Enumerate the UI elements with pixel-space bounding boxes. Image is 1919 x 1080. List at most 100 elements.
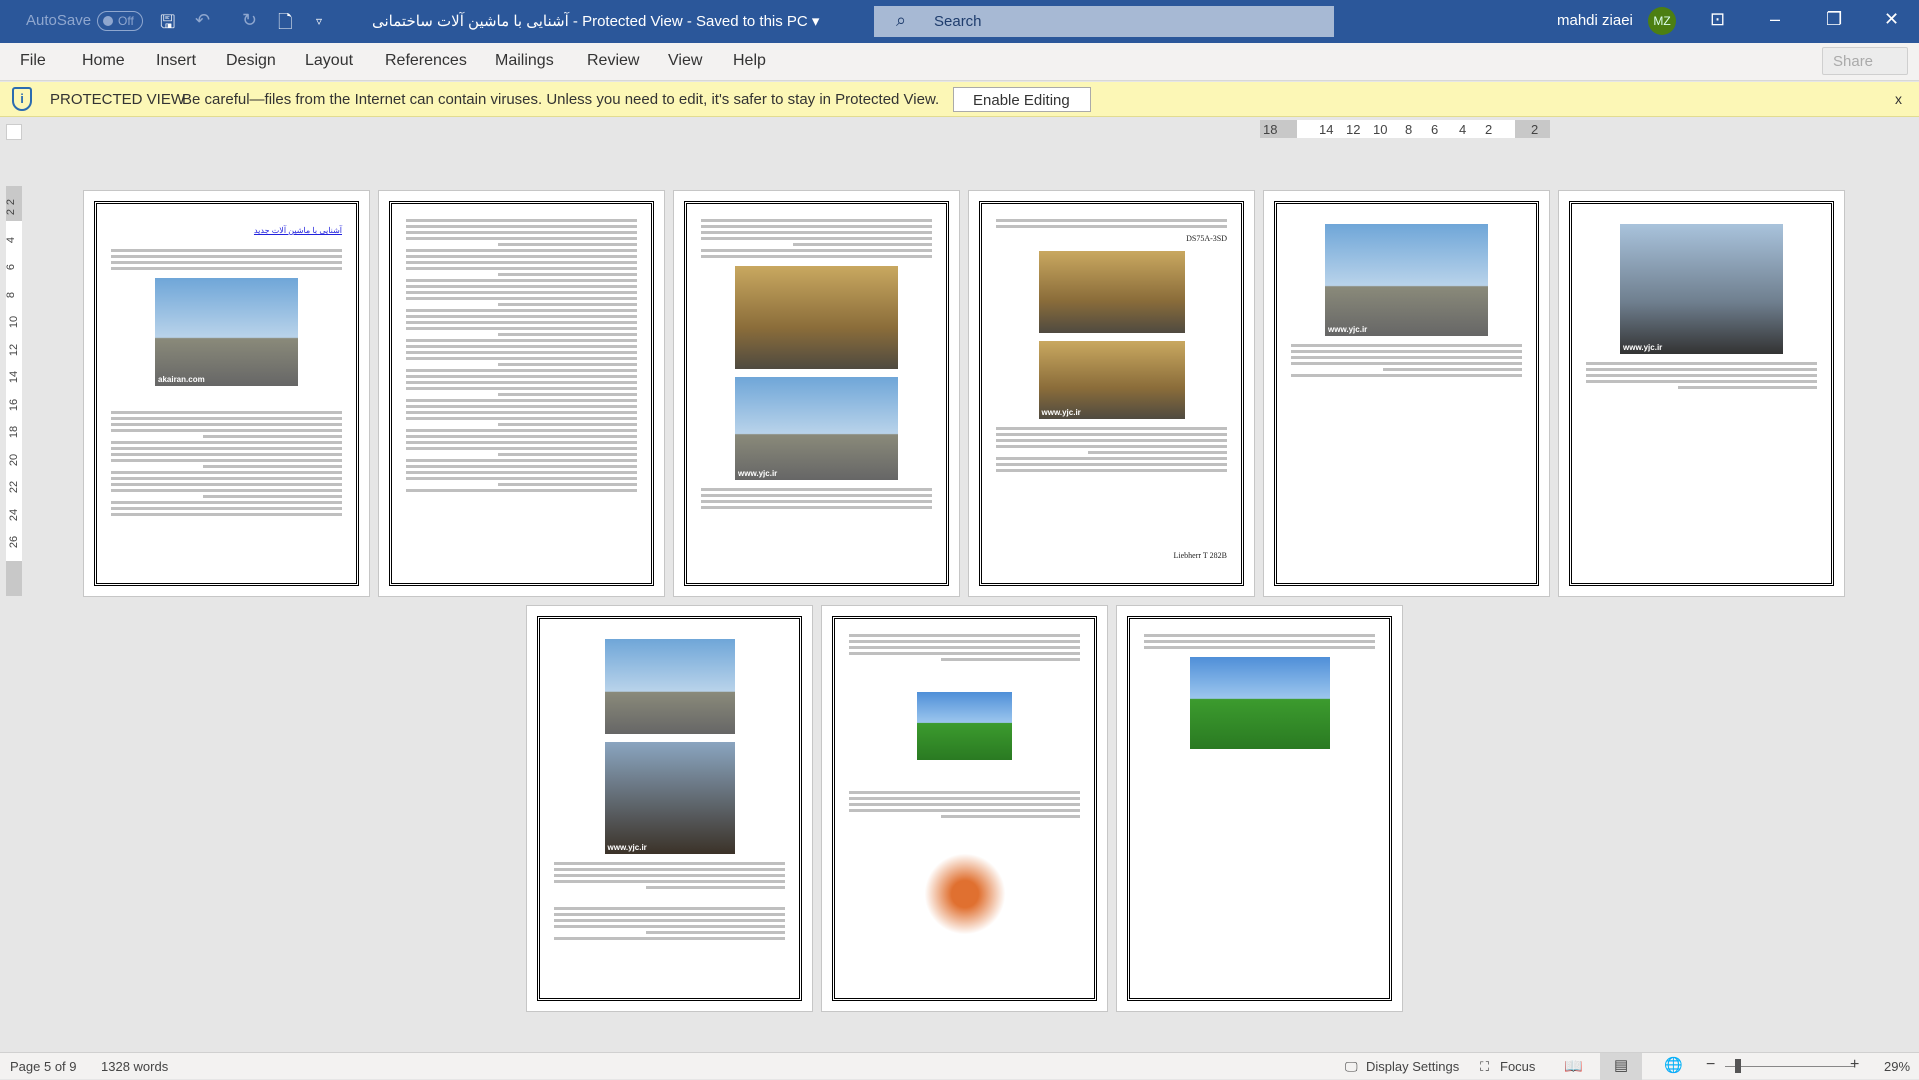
document-page[interactable] [821,605,1108,1012]
text-line [406,459,637,462]
close-bar-icon[interactable]: x [1895,91,1902,107]
share-button[interactable]: Share [1822,47,1908,75]
text-line [111,483,342,486]
restore-icon[interactable]: ❐ [1826,9,1842,30]
text-line [849,791,1080,794]
tab-review[interactable]: Review [587,52,639,70]
document-page[interactable] [378,190,665,597]
enable-editing-button[interactable]: Enable Editing [953,87,1091,112]
text-line [941,658,1080,661]
document-title[interactable]: آشنایی با ماشین آلات ساختمانی - Protecte… [372,12,819,30]
tab-references[interactable]: References [385,52,467,70]
text-line [111,447,342,450]
text-line [406,327,637,330]
document-page[interactable] [1116,605,1403,1012]
print-layout-button[interactable]: ▤ [1600,1053,1642,1080]
tab-view[interactable]: View [668,52,702,70]
tab-selector[interactable] [6,124,22,140]
ruler-tick: 12 [8,343,21,356]
shield-info-icon: i [12,87,32,111]
tab-design[interactable]: Design [226,52,276,70]
tab-help[interactable]: Help [733,52,766,70]
text-line [1586,362,1817,365]
customize-toolbar-icon[interactable]: ▿ [316,14,322,28]
ruler-tick: 10 [8,315,21,329]
word-count[interactable]: 1328 words [101,1059,168,1074]
search-input[interactable]: ⌕ Search [874,6,1334,37]
document-page[interactable]: www.yjc.ir [673,190,960,597]
text-line [554,880,785,883]
page-border: www.yjc.ir [1569,201,1834,586]
text-line [406,387,637,390]
ribbon-display-icon[interactable]: ⊡ [1710,9,1725,30]
text-line [554,913,785,916]
text-line [701,231,932,234]
tab-insert[interactable]: Insert [156,52,196,70]
user-name[interactable]: mahdi ziaei [1557,12,1633,29]
display-settings-button[interactable]: Display Settings [1366,1059,1459,1074]
display-settings-icon: 🖵 [1345,1059,1358,1074]
text-line [111,411,342,414]
tab-file[interactable]: File [20,52,46,70]
text-line [1586,368,1817,371]
avatar[interactable]: MZ [1648,7,1676,35]
protected-view-label: PROTECTED VIEW [50,91,186,108]
page-count[interactable]: Page 5 of 9 [10,1059,77,1074]
ruler-tick: 2 [1485,122,1493,137]
web-layout-icon[interactable]: 🌐 [1664,1056,1683,1074]
minimize-icon[interactable]: – [1770,9,1780,30]
document-page[interactable]: DS75A-3SD www.yjc.ir Liebherr T 282B [968,190,1255,597]
text-line [1291,356,1522,359]
autosave-toggle[interactable]: Off [97,11,143,31]
watermark: www.yjc.ir [1328,325,1368,334]
autosave-label: AutoSave [26,12,92,29]
focus-icon: ⛶ [1480,1059,1490,1074]
save-icon[interactable]: 🖫 [160,10,175,40]
text-line [554,907,785,910]
focus-button[interactable]: Focus [1500,1059,1535,1074]
text-line [111,417,342,420]
text-line [406,291,637,294]
document-page[interactable]: www.yjc.ir [526,605,813,1012]
vertical-ruler[interactable]: 2 2 4 6 8 10 12 14 16 18 20 22 24 26 [5,186,22,596]
search-icon: ⌕ [896,10,907,30]
tab-mailings[interactable]: Mailings [495,52,554,70]
text-line [701,500,932,503]
ruler-tick: 24 [8,508,21,521]
ruler-tick: 18 [1263,122,1278,137]
text-line [498,453,637,456]
ruler-tick: 12 [1346,122,1361,137]
zoom-slider-thumb[interactable] [1735,1059,1741,1073]
text-line [406,405,637,408]
text-line [203,435,342,438]
text-line [406,381,637,384]
zoom-slider[interactable] [1725,1066,1855,1067]
close-icon[interactable]: ✕ [1884,9,1899,30]
photo [735,266,898,369]
new-document-icon[interactable]: 🗋 [278,10,292,40]
document-page[interactable]: آشنایی با ماشین آلات جدید akairan.com [83,190,370,597]
watermark: www.yjc.ir [1623,343,1663,352]
text-line [849,803,1080,806]
zoom-out-icon[interactable]: − [1706,1056,1715,1074]
text-line [996,427,1227,430]
document-page[interactable]: www.yjc.ir [1558,190,1845,597]
search-placeholder: Search [934,13,982,30]
text-line [996,433,1227,436]
undo-icon[interactable]: ↶ [195,10,210,31]
watermark: www.yjc.ir [738,469,778,478]
tab-home[interactable]: Home [82,52,125,70]
ruler-tick: 14 [1319,122,1334,137]
document-page[interactable]: www.yjc.ir [1263,190,1550,597]
text-line [701,255,932,258]
tab-layout[interactable]: Layout [305,52,353,70]
text-line [406,285,637,288]
text-line [406,411,637,414]
redo-icon[interactable]: ↻ [242,10,257,31]
read-mode-icon[interactable]: 📖 [1564,1057,1583,1075]
zoom-level[interactable]: 29% [1884,1059,1910,1074]
print-layout-icon: ▤ [1614,1057,1629,1074]
text-line [406,465,637,468]
zoom-in-icon[interactable]: + [1850,1056,1859,1074]
horizontal-ruler[interactable]: 18 14 12 10 8 6 4 2 2 [1260,120,1550,138]
